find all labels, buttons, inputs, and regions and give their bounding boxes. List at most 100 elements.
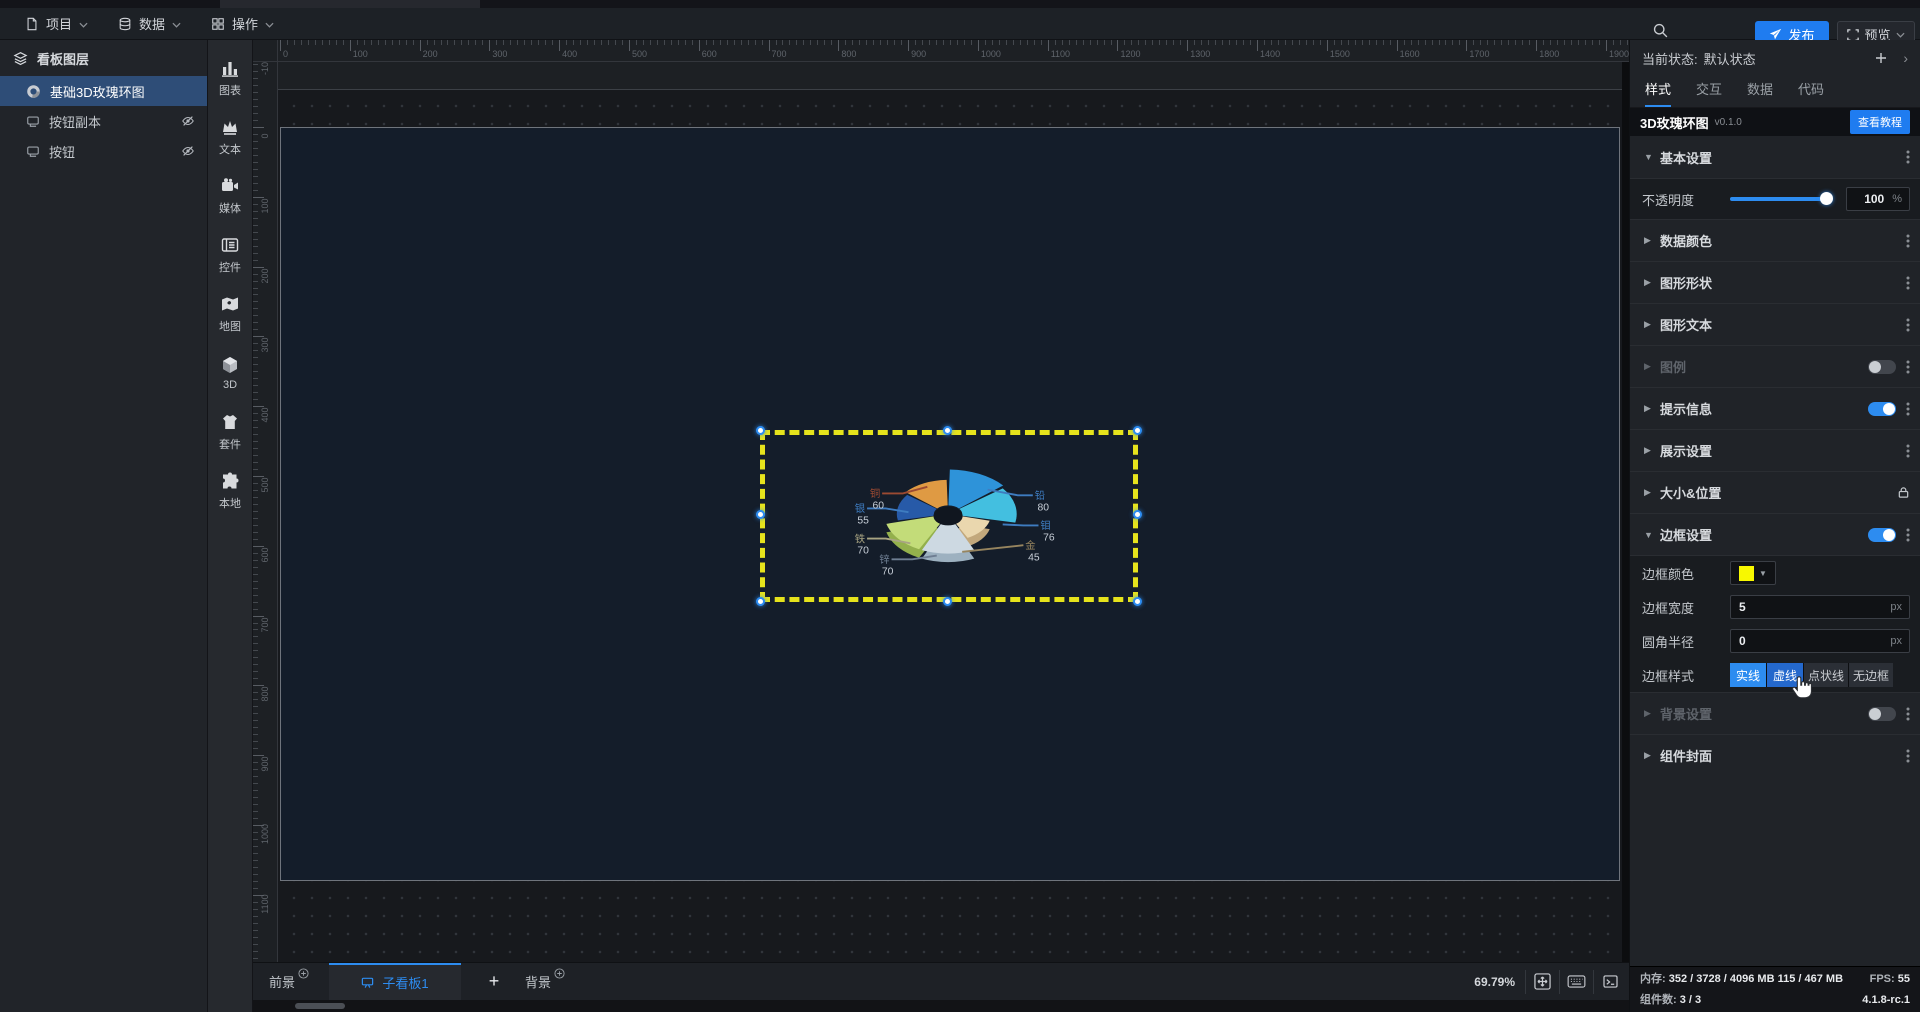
section-label: 提示信息 xyxy=(1660,402,1713,417)
inspector-tabs: 样式 交互 数据 代码 xyxy=(1630,76,1920,108)
opacity-slider-knob[interactable] xyxy=(1820,192,1833,205)
horizontal-scrollbar-thumb[interactable] xyxy=(295,1003,345,1009)
local-icon xyxy=(220,471,240,491)
more-options-button[interactable] xyxy=(1906,150,1910,164)
rose-chart: 铅80钼76金45锌70铁70银55铜60 xyxy=(855,469,1055,577)
opacity-input[interactable] xyxy=(1847,192,1893,206)
resize-handle-top[interactable] xyxy=(943,426,952,435)
add-foreground-icon[interactable] xyxy=(298,968,309,979)
more-options-button[interactable] xyxy=(1906,360,1910,374)
toolstrip-item-charts[interactable]: 图表 xyxy=(208,48,252,107)
toggle-off[interactable] xyxy=(1868,359,1896,374)
menu-data[interactable]: 数据 xyxy=(103,8,196,39)
border-width-input[interactable] xyxy=(1731,600,1891,614)
section-background-settings[interactable]: ▶ 背景设置 xyxy=(1630,692,1920,734)
canvas-workspace[interactable]: 铅 80 钼 76 金 45 锌 70 铁 70 银 55 铜 60 xyxy=(278,62,1629,962)
button-widget-icon xyxy=(26,114,40,128)
horizontal-scrollbar[interactable] xyxy=(253,1000,1629,1012)
border-radius-input[interactable] xyxy=(1731,634,1891,648)
toolstrip-item-map[interactable]: 地图 xyxy=(208,284,252,343)
toolstrip-item-local[interactable]: 本地 xyxy=(208,461,252,520)
svg-text:银: 银 xyxy=(855,502,866,515)
console-button[interactable] xyxy=(1593,969,1627,994)
section-label: 图例 xyxy=(1660,360,1687,375)
section-graphic-text[interactable]: ▶ 图形文本 xyxy=(1630,303,1920,345)
toolstrip-item-text[interactable]: 文本 xyxy=(208,107,252,166)
section-border-settings[interactable]: ▼ 边框设置 xyxy=(1630,513,1920,555)
section-data-color[interactable]: ▶ 数据颜色 xyxy=(1630,219,1920,261)
toggle-off[interactable] xyxy=(1868,706,1896,721)
border-style-option-3[interactable]: 无边框 xyxy=(1849,663,1893,687)
fit-screen-button[interactable] xyxy=(1525,969,1559,994)
border-style-option-1[interactable]: 虚线 xyxy=(1767,663,1803,687)
more-options-button[interactable] xyxy=(1906,234,1910,248)
zoom-level[interactable]: 69.79% xyxy=(1474,975,1515,989)
section-tooltip[interactable]: ▶ 提示信息 xyxy=(1630,387,1920,429)
more-options-button[interactable] xyxy=(1906,528,1910,542)
toolstrip-item-kits[interactable]: 套件 xyxy=(208,402,252,461)
add-board-button[interactable]: + xyxy=(477,971,511,992)
svg-text:55: 55 xyxy=(857,516,869,527)
layer-item-1[interactable]: 按钮副本 xyxy=(0,106,207,136)
section-graphic-shape[interactable]: ▶ 图形形状 xyxy=(1630,261,1920,303)
resize-handle-right[interactable] xyxy=(1133,510,1142,519)
shortcut-keys-button[interactable] xyxy=(1559,969,1593,994)
toolstrip-item-media[interactable]: 媒体 xyxy=(208,166,252,225)
more-options-button[interactable] xyxy=(1906,318,1910,332)
border-color-picker[interactable]: ▼ xyxy=(1730,561,1776,585)
section-legend[interactable]: ▶ 图例 xyxy=(1630,345,1920,387)
opacity-slider[interactable] xyxy=(1730,192,1833,205)
vertical-scrollbar[interactable] xyxy=(1622,62,1629,962)
tab-interaction[interactable]: 交互 xyxy=(1696,79,1722,107)
resize-handle-bottom-left[interactable] xyxy=(756,597,765,606)
state-expand-arrow[interactable]: › xyxy=(1903,50,1908,66)
add-background-icon[interactable] xyxy=(554,968,565,979)
tab-style[interactable]: 样式 xyxy=(1645,79,1672,107)
tab-code[interactable]: 代码 xyxy=(1798,79,1824,107)
foreground-tab[interactable]: 前景 xyxy=(269,968,309,991)
add-state-button[interactable] xyxy=(1875,52,1887,64)
lock-icon[interactable] xyxy=(1897,486,1910,499)
menu-project[interactable]: 项目 xyxy=(10,8,103,39)
view-tutorial-button[interactable]: 查看教程 xyxy=(1850,110,1910,134)
more-options-button[interactable] xyxy=(1906,444,1910,458)
svg-text:76: 76 xyxy=(1043,532,1055,543)
window-top-strip xyxy=(0,0,1920,8)
section-component-cover[interactable]: ▶ 组件封面 xyxy=(1630,734,1920,776)
border-style-option-0[interactable]: 实线 xyxy=(1730,663,1766,687)
toolstrip-item-label: 图表 xyxy=(219,84,241,97)
section-basic-settings[interactable]: ▼ 基本设置 xyxy=(1630,136,1920,178)
layer-item-2[interactable]: 按钮 xyxy=(0,136,207,166)
toggle-on[interactable] xyxy=(1868,401,1896,416)
more-options-button[interactable] xyxy=(1906,749,1910,763)
resize-handle-top-right[interactable] xyxy=(1133,426,1142,435)
toggle-on[interactable] xyxy=(1868,527,1896,542)
visibility-off-button[interactable] xyxy=(181,144,195,158)
background-tab[interactable]: 背景 xyxy=(525,968,565,991)
toolstrip-item-label: 媒体 xyxy=(219,202,241,215)
visibility-off-button[interactable] xyxy=(181,114,195,128)
resize-handle-bottom[interactable] xyxy=(943,597,952,606)
more-options-button[interactable] xyxy=(1906,707,1910,721)
resize-handle-left[interactable] xyxy=(756,510,765,519)
sub-board-tab[interactable]: 子看板1 xyxy=(329,962,462,1001)
menu-operation[interactable]: 操作 xyxy=(196,8,289,39)
more-options-button[interactable] xyxy=(1906,276,1910,290)
eye-off-icon xyxy=(181,114,195,128)
database-icon xyxy=(118,17,132,31)
border-style-option-2[interactable]: 点状线 xyxy=(1804,663,1848,687)
section-display-settings[interactable]: ▶ 展示设置 xyxy=(1630,429,1920,471)
toolstrip-item-controls[interactable]: 控件 xyxy=(208,225,252,284)
resize-handle-bottom-right[interactable] xyxy=(1133,597,1142,606)
toolstrip-item-3d[interactable]: 3D xyxy=(208,343,252,402)
more-options-button[interactable] xyxy=(1906,402,1910,416)
resize-handle-top-left[interactable] xyxy=(756,426,765,435)
layers-panel: 看板图层 基础3D玫瑰环图 按钮副本 按钮 xyxy=(0,40,208,1012)
selected-component-rose-chart[interactable]: 铅 80 钼 76 金 45 锌 70 铁 70 银 55 铜 60 xyxy=(756,426,1142,606)
tab-data[interactable]: 数据 xyxy=(1747,79,1773,107)
menu-label: 数据 xyxy=(139,17,166,32)
components-count-value: 3 / 3 xyxy=(1679,994,1702,1006)
section-size-position[interactable]: ▶ 大小&位置 xyxy=(1630,471,1920,513)
layer-item-0[interactable]: 基础3D玫瑰环图 xyxy=(0,76,207,106)
search-button[interactable] xyxy=(1652,22,1669,39)
